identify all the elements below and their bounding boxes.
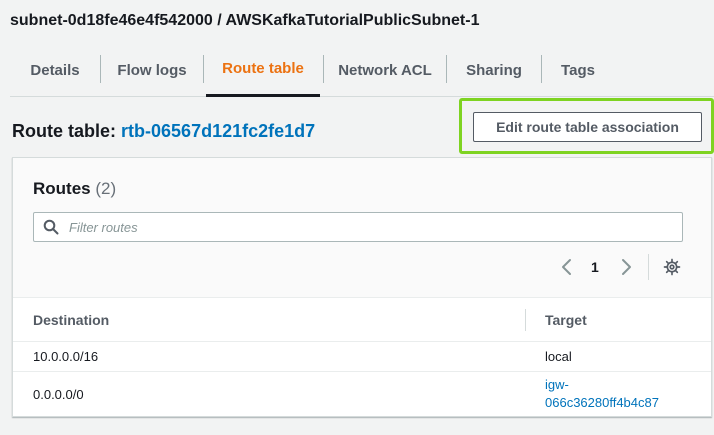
table-row: 10.0.0.0/16 local bbox=[13, 341, 711, 371]
route-table-label: Route table: bbox=[12, 121, 117, 141]
column-header-target[interactable]: Target bbox=[545, 299, 587, 341]
chevron-right-icon[interactable] bbox=[618, 257, 634, 277]
tab-divider bbox=[203, 55, 204, 83]
routes-title: Routes bbox=[33, 179, 91, 198]
tab-flow-logs[interactable]: Flow logs bbox=[101, 43, 203, 97]
column-divider bbox=[525, 309, 526, 331]
page-title: subnet-0d18fe46e4f542000 / AWSKafkaTutor… bbox=[10, 12, 480, 29]
route-destination: 10.0.0.0/16 bbox=[33, 349, 99, 364]
search-icon bbox=[43, 219, 59, 235]
gear-icon[interactable] bbox=[663, 258, 681, 276]
filter-routes-box[interactable] bbox=[33, 212, 683, 242]
route-target-line: igw- bbox=[545, 377, 569, 392]
tab-network-acl[interactable]: Network ACL bbox=[324, 43, 446, 97]
pager-divider bbox=[648, 254, 649, 280]
tab-route-table[interactable]: Route table bbox=[206, 43, 320, 97]
route-table-heading: Route table: rtb-06567d121fc2fe1d7 bbox=[12, 121, 315, 142]
table-row: 0.0.0.0/0 igw- 066c36280ff4b4c87 bbox=[13, 371, 711, 417]
route-table-id-link[interactable]: rtb-06567d121fc2fe1d7 bbox=[121, 121, 315, 141]
tab-sharing[interactable]: Sharing bbox=[447, 43, 541, 97]
route-destination: 0.0.0.0/0 bbox=[33, 387, 84, 402]
tab-details[interactable]: Details bbox=[10, 43, 100, 97]
edit-route-table-association-button[interactable]: Edit route table association bbox=[473, 112, 702, 142]
routes-panel: Routes (2) 1 bbox=[12, 157, 712, 417]
routes-count: (2) bbox=[95, 179, 117, 198]
route-target-link[interactable]: igw- 066c36280ff4b4c87 bbox=[545, 376, 659, 412]
route-target: local bbox=[545, 349, 572, 364]
tab-bar: Details Flow logs Route table Network AC… bbox=[10, 43, 714, 97]
column-header-destination[interactable]: Destination bbox=[33, 299, 109, 341]
tab-tags[interactable]: Tags bbox=[542, 43, 614, 97]
routes-panel-header: Routes (2) 1 bbox=[13, 158, 711, 298]
chevron-left-icon[interactable] bbox=[559, 257, 575, 277]
route-target-line: 066c36280ff4b4c87 bbox=[545, 395, 659, 410]
current-page-number[interactable]: 1 bbox=[591, 259, 599, 275]
routes-heading: Routes (2) bbox=[33, 179, 116, 199]
filter-routes-input[interactable] bbox=[69, 219, 669, 235]
